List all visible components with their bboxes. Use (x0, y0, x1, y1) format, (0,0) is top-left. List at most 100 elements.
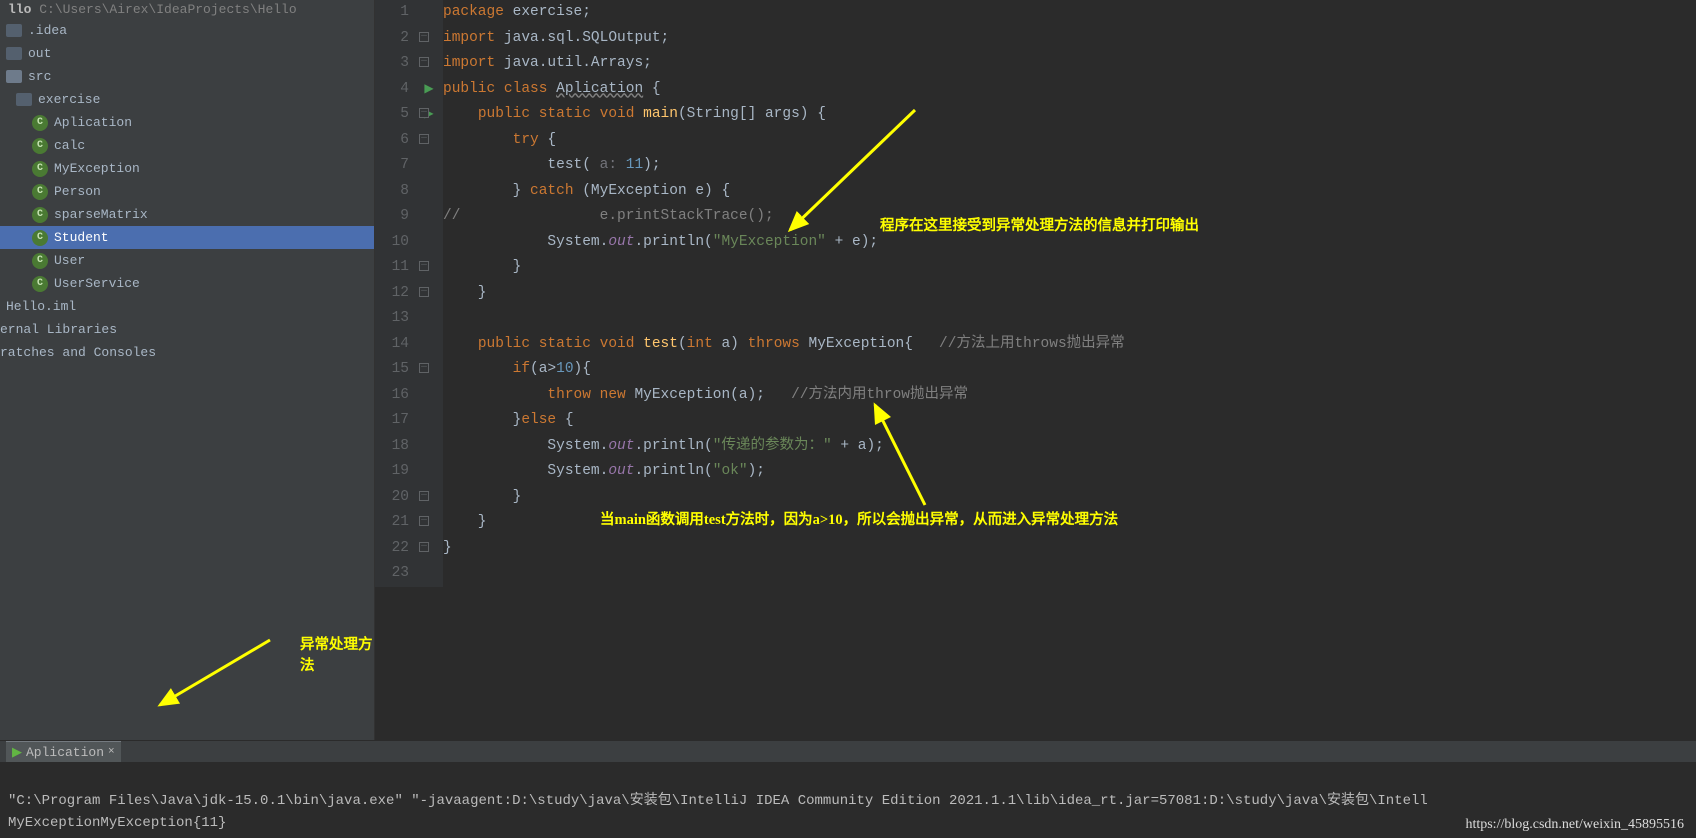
code-text[interactable]: try { (443, 128, 1696, 154)
tree-item-student[interactable]: CStudent (0, 226, 374, 249)
run-gutter-icon[interactable]: ▶ (424, 82, 433, 96)
gutter[interactable] (415, 179, 443, 205)
tree-item-ernal-libraries[interactable]: ernal Libraries (0, 318, 374, 341)
code-line[interactable]: 22－} (375, 536, 1696, 562)
code-line[interactable]: 7 test( a: 11); (375, 153, 1696, 179)
class-icon: C (32, 276, 48, 292)
gutter[interactable] (415, 332, 443, 358)
tree-item-label: ratches and Consoles (0, 345, 156, 360)
code-line[interactable]: 13 (375, 306, 1696, 332)
code-text[interactable] (443, 306, 1696, 332)
line-number: 17 (375, 408, 415, 434)
gutter[interactable] (415, 459, 443, 485)
code-text[interactable]: } catch (MyException e) { (443, 179, 1696, 205)
tree-item-exercise[interactable]: exercise (0, 88, 374, 111)
gutter[interactable]: － (415, 255, 443, 281)
tree-item-label: ernal Libraries (0, 322, 117, 337)
gutter[interactable]: － (415, 51, 443, 77)
code-text[interactable]: System.out.println("ok"); (443, 459, 1696, 485)
gutter[interactable] (415, 230, 443, 256)
tree-item-aplication[interactable]: CAplication (0, 111, 374, 134)
code-text[interactable] (443, 561, 1696, 587)
code-line[interactable]: 11－ } (375, 255, 1696, 281)
gutter[interactable] (415, 153, 443, 179)
run-icon: ▶ (12, 745, 22, 760)
code-text[interactable]: package exercise; (443, 0, 1696, 26)
code-text[interactable]: if(a>10){ (443, 357, 1696, 383)
code-text[interactable]: test( a: 11); (443, 153, 1696, 179)
code-editor[interactable]: 1package exercise;2－import java.sql.SQLO… (375, 0, 1696, 740)
gutter[interactable] (415, 306, 443, 332)
annotation-top: 程序在这里接受到异常处理方法的信息并打印输出 (880, 214, 1199, 235)
code-line[interactable]: 15－ if(a>10){ (375, 357, 1696, 383)
gutter[interactable]: － (415, 357, 443, 383)
close-icon[interactable]: × (108, 746, 115, 758)
gutter[interactable]: － (415, 128, 443, 154)
code-text[interactable]: public static void main(String[] args) { (443, 102, 1696, 128)
gutter[interactable] (415, 204, 443, 230)
code-text[interactable]: public class Aplication { (443, 77, 1696, 103)
tree-item-label: sparseMatrix (54, 207, 148, 222)
gutter[interactable] (415, 408, 443, 434)
line-number: 4 (375, 77, 415, 103)
line-number: 23 (375, 561, 415, 587)
code-line[interactable]: 1package exercise; (375, 0, 1696, 26)
gutter[interactable]: － (415, 536, 443, 562)
code-line[interactable]: 18 System.out.println("传递的参数为：" + a); (375, 434, 1696, 460)
code-line[interactable]: 4 ▶ public class Aplication { (375, 77, 1696, 103)
tree-item-user[interactable]: CUser (0, 249, 374, 272)
code-line[interactable]: 20－ } (375, 485, 1696, 511)
code-text[interactable]: } (443, 536, 1696, 562)
code-line[interactable]: 19 System.out.println("ok"); (375, 459, 1696, 485)
code-line[interactable]: 3－import java.util.Arrays; (375, 51, 1696, 77)
gutter[interactable]: － (415, 510, 443, 536)
code-text[interactable]: throw new MyException(a); //方法内用throw抛出异… (443, 383, 1696, 409)
code-line[interactable]: 12－ } (375, 281, 1696, 307)
code-line[interactable]: 17 }else { (375, 408, 1696, 434)
code-text[interactable]: } (443, 255, 1696, 281)
tree-item-userservice[interactable]: CUserService (0, 272, 374, 295)
run-console[interactable]: "C:\Program Files\Java\jdk-15.0.1\bin\ja… (0, 762, 1696, 838)
tree-item-sparsematrix[interactable]: CsparseMatrix (0, 203, 374, 226)
code-text[interactable]: System.out.println("传递的参数为：" + a); (443, 434, 1696, 460)
gutter[interactable]: － (415, 281, 443, 307)
tree-item--idea[interactable]: .idea (0, 19, 374, 42)
gutter[interactable] (415, 561, 443, 587)
gutter[interactable]: － (415, 485, 443, 511)
code-line[interactable]: 14 public static void test(int a) throws… (375, 332, 1696, 358)
gutter[interactable] (415, 383, 443, 409)
code-text[interactable]: } (443, 485, 1696, 511)
code-line[interactable]: 2－import java.sql.SQLOutput; (375, 26, 1696, 52)
code-text[interactable]: } (443, 281, 1696, 307)
gutter[interactable]: ▶－ (415, 102, 443, 128)
line-number: 13 (375, 306, 415, 332)
folder-icon (6, 47, 22, 60)
code-line[interactable]: 6－ try { (375, 128, 1696, 154)
code-text[interactable]: import java.util.Arrays; (443, 51, 1696, 77)
run-tab-aplication[interactable]: ▶ Aplication × (6, 741, 121, 762)
run-tab-bar[interactable]: ▶ Aplication × (0, 740, 1696, 762)
code-text[interactable]: import java.sql.SQLOutput; (443, 26, 1696, 52)
tree-item-src[interactable]: src (0, 65, 374, 88)
code-text[interactable]: public static void test(int a) throws My… (443, 332, 1696, 358)
tree-item-out[interactable]: out (0, 42, 374, 65)
gutter[interactable] (415, 0, 443, 26)
gutter[interactable] (415, 434, 443, 460)
tree-item-label: MyException (54, 161, 140, 176)
tree-item-calc[interactable]: Ccalc (0, 134, 374, 157)
tree-item-ratches-and-consoles[interactable]: ratches and Consoles (0, 341, 374, 364)
watermark: https://blog.csdn.net/weixin_45895516 (1465, 814, 1684, 836)
tree-item-person[interactable]: CPerson (0, 180, 374, 203)
tree-item-myexception[interactable]: CMyException (0, 157, 374, 180)
tree-item-hello-iml[interactable]: Hello.iml (0, 295, 374, 318)
gutter[interactable]: － (415, 26, 443, 52)
gutter[interactable]: ▶ (415, 77, 443, 103)
code-line[interactable]: 8 } catch (MyException e) { (375, 179, 1696, 205)
line-number: 10 (375, 230, 415, 256)
code-line[interactable]: 23 (375, 561, 1696, 587)
line-number: 20 (375, 485, 415, 511)
code-text[interactable]: }else { (443, 408, 1696, 434)
project-tree[interactable]: llo C:\Users\Airex\IdeaProjects\Hello .i… (0, 0, 375, 740)
code-line[interactable]: 5▶－ public static void main(String[] arg… (375, 102, 1696, 128)
code-line[interactable]: 16 throw new MyException(a); //方法内用throw… (375, 383, 1696, 409)
